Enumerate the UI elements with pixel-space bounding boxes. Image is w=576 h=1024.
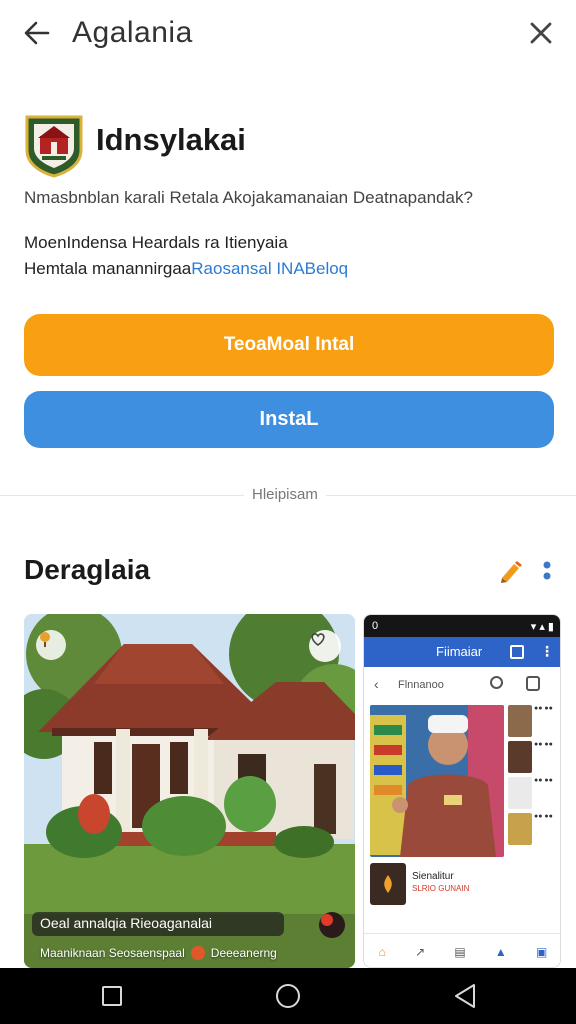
item-subtitle: SLRIO GUNAIN xyxy=(412,884,470,893)
page-title: Agalania xyxy=(72,16,193,49)
phone-bookmark-icon xyxy=(510,645,524,659)
side-row: ●● ●● xyxy=(508,741,558,773)
app-description: MoenIndensa Heardals ra Itienyaia Hemtal… xyxy=(24,230,348,282)
app-logo-shield xyxy=(25,115,83,178)
record-icon[interactable] xyxy=(319,912,345,938)
nav-recent-icon[interactable] xyxy=(102,986,122,1006)
phone-hero-image xyxy=(370,705,504,857)
status-time: 0 xyxy=(372,620,379,632)
app-name: Idnsylakai xyxy=(96,122,246,157)
item-name: Sienalitur xyxy=(412,871,454,882)
phone-nav-alert: ▲ xyxy=(494,944,507,959)
side-row: ●● ●● xyxy=(508,777,558,809)
status-icons: ▾ ▴ ▮ xyxy=(530,620,554,633)
item-thumbnail xyxy=(370,863,406,905)
app-question: Nmasbnblan karali Retala Akojakamanaian … xyxy=(24,188,473,207)
description-line-1: MoenIndensa Heardals ra Itienyaia xyxy=(24,233,288,252)
description-line-2-text: Hemtala manannirgaa xyxy=(24,259,192,278)
system-nav-bar xyxy=(0,968,576,1024)
close-icon[interactable] xyxy=(526,18,556,48)
phone-status-bar: 0 ▾ ▴ ▮ xyxy=(364,615,560,637)
phone-app-bar: Fiimaiar ⋮ xyxy=(364,637,560,667)
phone-search-row: ‹ Flnnanoo xyxy=(364,671,560,699)
phone-side-list: ●● ●● ●● ●● ●● ●● ●● ●● xyxy=(508,705,558,849)
phone-list-item: Sienalitur SLRIO GUNAIN xyxy=(370,863,504,915)
phone-bottom-nav: ⌂ ↗ ▤ ▲ ▣ xyxy=(364,933,560,967)
phone-save-icon xyxy=(526,676,540,691)
more-vertical-icon[interactable] xyxy=(540,558,554,584)
phone-nav-home: ⌂ xyxy=(378,944,386,959)
divider-label: Hleipisam xyxy=(244,486,326,503)
photo-subcaption: Maaniknaan Seosaenspaal Deeeanerng xyxy=(40,946,277,960)
screenshot-house[interactable]: Oeal annalqia Rieoaganalai Maaniknaan Se… xyxy=(24,614,355,968)
phone-search-text: Flnnanoo xyxy=(398,679,444,691)
app-header: Idnsylakai xyxy=(24,112,554,182)
subcaption-left: Maaniknaan Seosaenspaal xyxy=(40,946,185,960)
screenshot-phone-ui[interactable]: 0 ▾ ▴ ▮ Fiimaiar ⋮ ‹ Flnnanoo ●● ●● ●● ●… xyxy=(363,614,561,968)
nav-back-icon[interactable] xyxy=(452,982,478,1010)
subcaption-right: Deeeanerng xyxy=(210,946,277,960)
side-row: ●● ●● xyxy=(508,813,558,845)
heart-icon[interactable] xyxy=(309,630,341,662)
phone-nav-explore: ↗ xyxy=(415,944,426,959)
phone-app-title: Fiimaiar xyxy=(436,644,483,659)
phone-back-icon: ‹ xyxy=(374,676,379,692)
section-title: Deraglaia xyxy=(24,554,151,585)
edit-pencil-icon[interactable] xyxy=(498,558,524,584)
description-link[interactable]: Raosansal INABeloq xyxy=(191,259,348,278)
orange-dot-icon xyxy=(190,946,205,960)
description-line-2: Hemtala manannirgaaRaosansal INABeloq xyxy=(24,256,348,282)
primary-action-button[interactable]: TeoaMoal Intal xyxy=(24,314,554,376)
side-row: ●● ●● xyxy=(508,705,558,737)
pin-icon[interactable] xyxy=(36,630,66,660)
photo-caption: Oeal annalqia Rieoaganalai xyxy=(32,912,284,936)
top-app-bar: Agalania xyxy=(0,0,576,70)
phone-search-icon xyxy=(490,676,503,689)
phone-nav-list: ▤ xyxy=(454,944,466,959)
nav-home-icon[interactable] xyxy=(276,984,300,1008)
phone-nav-profile: ▣ xyxy=(536,944,548,959)
install-button[interactable]: InstaL xyxy=(24,391,554,448)
phone-more-icon: ⋮ xyxy=(540,643,554,659)
back-arrow-icon[interactable] xyxy=(22,18,52,48)
